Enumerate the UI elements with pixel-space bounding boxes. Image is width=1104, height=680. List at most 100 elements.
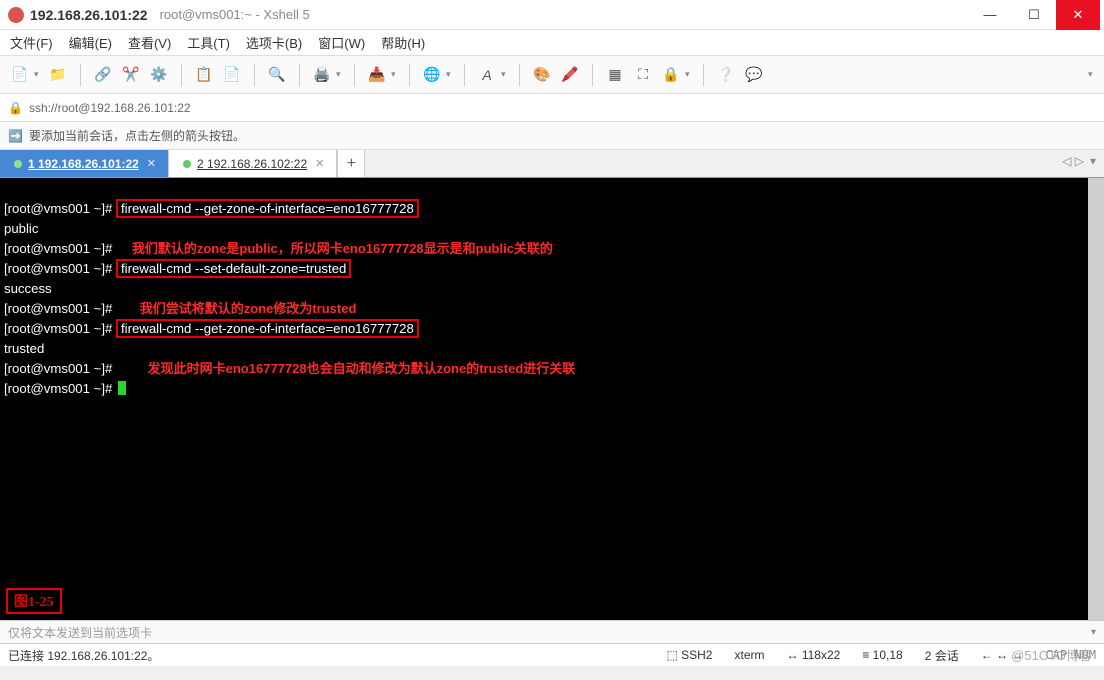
command-boxed: firewall-cmd --set-default-zone=trusted	[116, 259, 351, 278]
status-caps: CAP NUM	[1045, 648, 1096, 662]
scrollbar-thumb[interactable]	[1088, 178, 1104, 620]
color-icon[interactable]: 🎨	[530, 63, 554, 87]
disconnect-icon[interactable]: ✂️	[119, 63, 143, 87]
status-term: xterm	[734, 648, 764, 662]
transfer-icon[interactable]: 📥	[365, 63, 389, 87]
separator	[354, 64, 355, 86]
status-dot-icon	[14, 160, 22, 168]
status-protocol: SSH2	[681, 648, 712, 662]
prompt: [root@vms001 ~]#	[4, 241, 116, 256]
separator	[299, 64, 300, 86]
menu-edit[interactable]: 编辑(E)	[69, 33, 112, 52]
address-bar[interactable]: 🔒 ssh://root@192.168.26.101:22	[0, 94, 1104, 122]
separator	[80, 64, 81, 86]
properties-icon[interactable]: ⚙️	[147, 63, 171, 87]
separator	[703, 64, 704, 86]
cursor-icon: ≡	[862, 648, 869, 662]
dropdown-icon[interactable]: ▾	[34, 69, 42, 80]
hint-text: 要添加当前会话，点击左侧的箭头按钮。	[29, 127, 245, 144]
dropdown-icon[interactable]: ▾	[446, 69, 454, 80]
tab-index: 1	[28, 157, 35, 171]
output-line: public	[4, 221, 38, 236]
toolbar-overflow-icon[interactable]: ▾	[1088, 69, 1096, 80]
search-icon[interactable]: 🔍	[265, 63, 289, 87]
cursor-block	[118, 381, 126, 395]
toolbar: 📄▾ 📁 🔗 ✂️ ⚙️ 📋 📄 🔍 🖨️▾ 📥▾ 🌐▾ A▾ 🎨 🖍️ ▦ ⛶…	[0, 56, 1104, 94]
tab-strip: 1 192.168.26.101:22 ✕ 2 192.168.26.102:2…	[0, 150, 1104, 178]
annotation: 我们尝试将默认的zone修改为trusted	[140, 301, 357, 316]
tab-label: 192.168.26.102:22	[207, 157, 307, 171]
terminal-content: [root@vms001 ~]# firewall-cmd --get-zone…	[0, 178, 1104, 420]
paste-icon[interactable]: 📄	[220, 63, 244, 87]
reconnect-icon[interactable]: 🔗	[91, 63, 115, 87]
separator	[254, 64, 255, 86]
separator	[519, 64, 520, 86]
menu-file[interactable]: 文件(F)	[10, 33, 53, 52]
globe-icon[interactable]: 🌐	[420, 63, 444, 87]
tab-close-icon[interactable]: ✕	[147, 157, 156, 170]
compose-bar[interactable]: 仅将文本发送到当前选项卡 ▾	[0, 620, 1104, 644]
close-button[interactable]: ✕	[1056, 0, 1100, 30]
status-size: 118x22	[802, 648, 840, 662]
tab-index: 2	[197, 157, 204, 171]
dropdown-icon[interactable]: ▾	[685, 69, 693, 80]
tab-nav-icon[interactable]: ◁ ▷	[1062, 154, 1084, 168]
prompt: [root@vms001 ~]#	[4, 261, 116, 276]
dropdown-icon[interactable]: ▾	[391, 69, 399, 80]
status-cursor: 10,18	[873, 648, 903, 662]
annotation: 发现此时网卡eno16777728也会自动和修改为默认zone的trusted进…	[148, 361, 576, 376]
tab-session-2[interactable]: 2 192.168.26.102:22 ✕	[169, 150, 337, 177]
help-icon[interactable]: ❔	[714, 63, 738, 87]
menubar: 文件(F) 编辑(E) 查看(V) 工具(T) 选项卡(B) 窗口(W) 帮助(…	[0, 30, 1104, 56]
tab-add-button[interactable]: +	[337, 150, 365, 177]
annotation: 我们默认的zone是public，所以网卡eno16777728显示是和publ…	[132, 241, 553, 256]
prompt: [root@vms001 ~]#	[4, 301, 116, 316]
highlight-icon[interactable]: 🖍️	[558, 63, 582, 87]
terminal-area[interactable]: [root@vms001 ~]# firewall-cmd --get-zone…	[0, 178, 1104, 620]
ssh-lock-icon: 🔒	[8, 101, 23, 115]
menu-tools[interactable]: 工具(T)	[187, 33, 230, 52]
open-session-icon[interactable]: 📁	[46, 63, 70, 87]
fullscreen-icon[interactable]: ⛶	[631, 63, 655, 87]
output-line: success	[4, 281, 52, 296]
menu-view[interactable]: 查看(V)	[128, 33, 171, 52]
title-sub: root@vms001:~ - Xshell 5	[160, 7, 310, 22]
separator	[181, 64, 182, 86]
title-main: 192.168.26.101:22	[30, 7, 148, 23]
prompt: [root@vms001 ~]#	[4, 321, 116, 336]
status-bar: 已连接 192.168.26.101:22。 ⬚ SSH2 xterm ↔ 11…	[0, 644, 1104, 666]
address-url: ssh://root@192.168.26.101:22	[29, 101, 191, 115]
tab-close-icon[interactable]: ✕	[315, 157, 324, 170]
separator	[592, 64, 593, 86]
menu-help[interactable]: 帮助(H)	[381, 33, 425, 52]
compose-placeholder: 仅将文本发送到当前选项卡	[8, 624, 152, 641]
separator	[409, 64, 410, 86]
terminal-scrollbar[interactable]	[1088, 178, 1104, 620]
new-session-icon[interactable]: 📄	[8, 63, 32, 87]
layout-icon[interactable]: ▦	[603, 63, 627, 87]
titlebar: 192.168.26.101:22 root@vms001:~ - Xshell…	[0, 0, 1104, 30]
status-connection: 已连接 192.168.26.101:22。	[8, 647, 159, 664]
lock-icon[interactable]: 🔒	[659, 63, 683, 87]
dropdown-icon[interactable]: ▾	[336, 69, 344, 80]
chat-icon[interactable]: 💬	[742, 63, 766, 87]
maximize-button[interactable]: ☐	[1012, 0, 1056, 30]
command-boxed: firewall-cmd --get-zone-of-interface=eno…	[116, 319, 419, 338]
menu-tabs[interactable]: 选项卡(B)	[246, 33, 302, 52]
window-controls: — ☐ ✕	[968, 0, 1100, 30]
copy-icon[interactable]: 📋	[192, 63, 216, 87]
tab-menu-icon[interactable]: ▾	[1090, 154, 1096, 168]
tab-session-1[interactable]: 1 192.168.26.101:22 ✕	[0, 150, 169, 177]
arrow-hint-icon[interactable]: ➡️	[8, 129, 23, 143]
menu-window[interactable]: 窗口(W)	[318, 33, 365, 52]
print-icon[interactable]: 🖨️	[310, 63, 334, 87]
font-icon[interactable]: A	[475, 63, 499, 87]
status-session-nav[interactable]: ← ↔ →	[981, 648, 1024, 662]
prompt: [root@vms001 ~]#	[4, 361, 116, 376]
compose-dropdown-icon[interactable]: ▾	[1091, 627, 1096, 638]
prompt: [root@vms001 ~]#	[4, 381, 116, 396]
proto-icon: ⬚	[666, 648, 677, 662]
minimize-button[interactable]: —	[968, 0, 1012, 30]
dropdown-icon[interactable]: ▾	[501, 69, 509, 80]
status-session-label: 会话	[935, 649, 959, 663]
